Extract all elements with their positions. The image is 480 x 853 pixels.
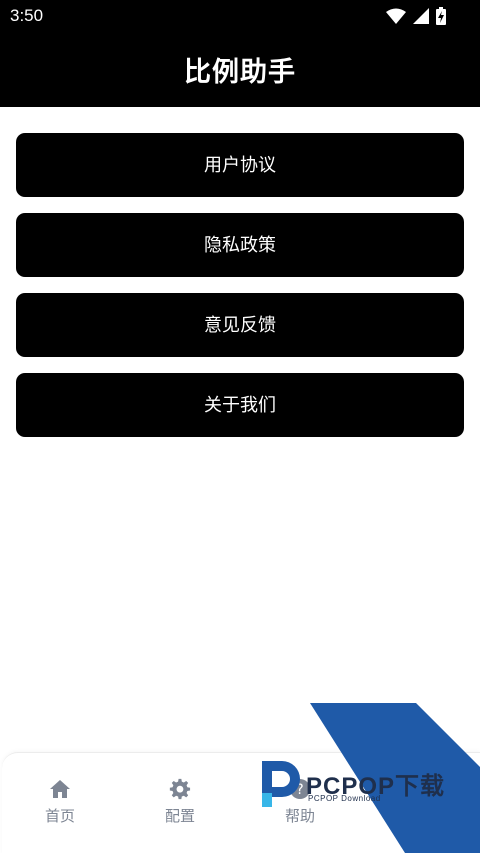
nav-label-help: 帮助 (284, 807, 315, 825)
nav-item-home[interactable]: 首页 (0, 777, 120, 837)
cellular-signal-icon (413, 8, 429, 24)
watermark-subtext: PCPOP Download (308, 794, 381, 803)
home-icon (50, 780, 70, 798)
nav-label-home: 首页 (44, 807, 75, 825)
status-time: 3:50 (10, 6, 44, 25)
watermark-logo-icon (262, 761, 300, 807)
status-icons (386, 6, 446, 26)
battery-charging-icon (436, 7, 446, 25)
page-title: 比例助手 (184, 57, 296, 88)
about-us-button[interactable]: 关于我们 (16, 373, 464, 437)
gear-icon (169, 778, 191, 800)
privacy-policy-button[interactable]: 隐私政策 (16, 213, 464, 277)
feedback-button[interactable]: 意见反馈 (16, 293, 464, 357)
status-bar: 3:50 (0, 0, 480, 34)
screen: 3:50 比例助手 用户协议 隐私政策 意见反馈 关于我们 首页 配置 ? 帮助… (0, 0, 480, 853)
menu-list: 用户协议 隐私政策 意见反馈 关于我们 (16, 133, 464, 453)
wifi-icon (386, 8, 406, 24)
nav-label-config: 配置 (164, 807, 195, 825)
app-bar: 比例助手 (0, 34, 480, 107)
user-agreement-button[interactable]: 用户协议 (16, 133, 464, 197)
nav-item-config[interactable]: 配置 (120, 777, 240, 837)
